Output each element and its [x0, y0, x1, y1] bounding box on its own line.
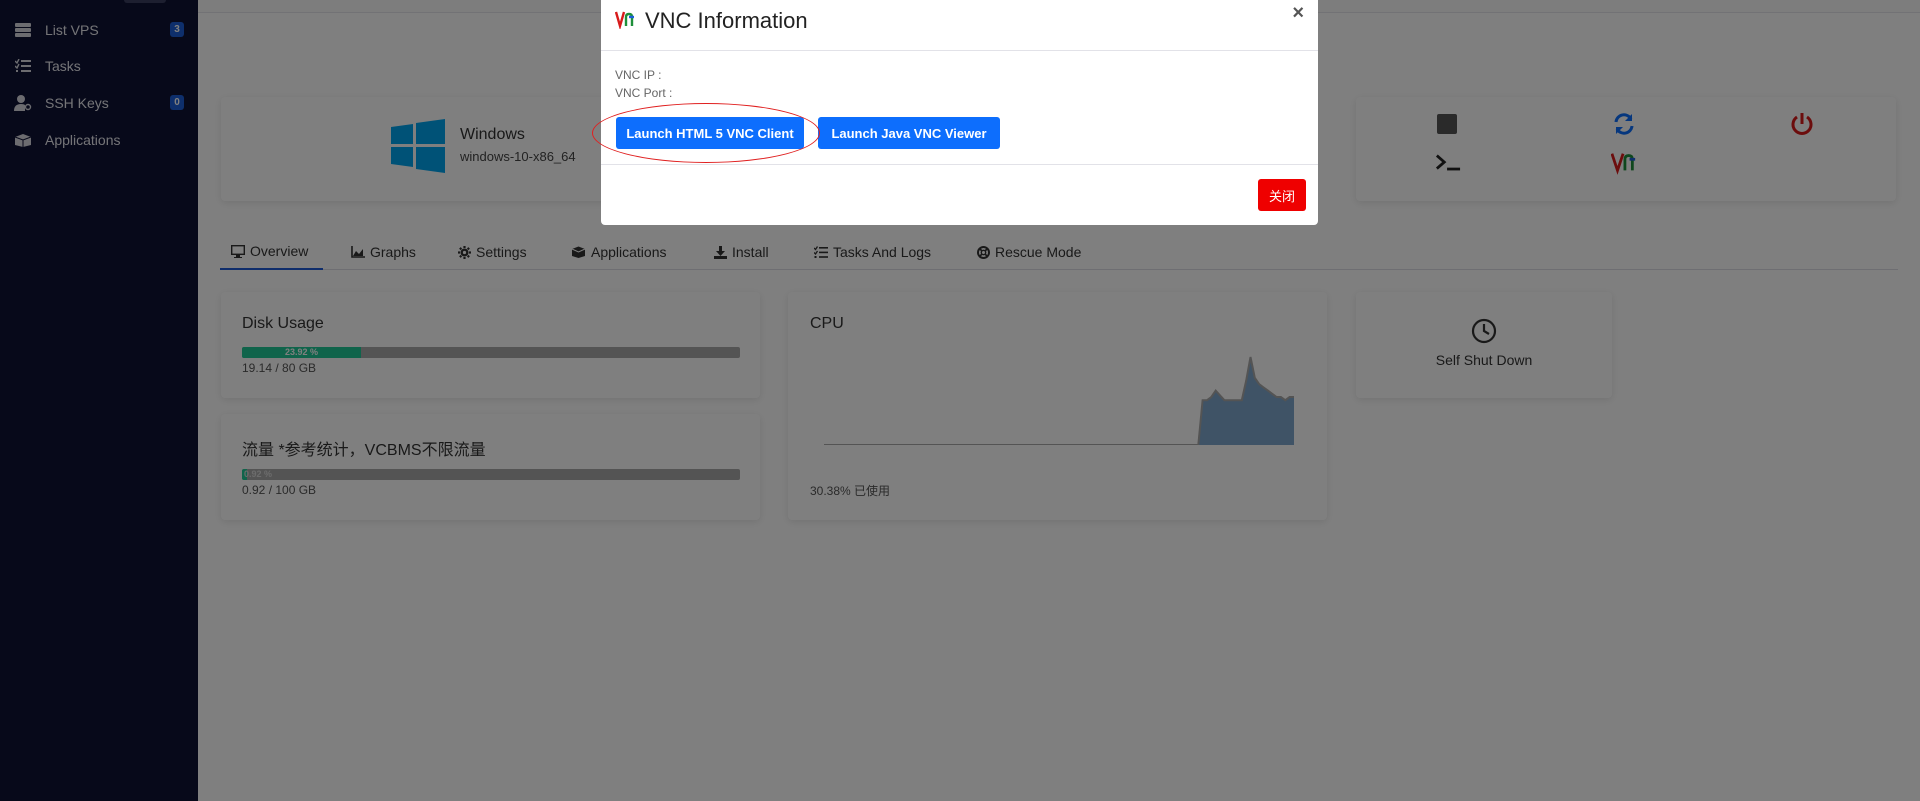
close-button[interactable]: 关闭 [1258, 179, 1306, 211]
modal-footer-divider [601, 164, 1318, 165]
vnc-icon [614, 11, 635, 34]
close-icon[interactable]: × [1292, 2, 1304, 25]
vnc-ip-label: VNC IP : [615, 68, 662, 82]
vnc-info-modal: VNC Information × VNC IP : VNC Port : La… [601, 0, 1318, 225]
launch-java-vnc-button[interactable]: Launch Java VNC Viewer [818, 117, 1000, 149]
launch-html5-vnc-button[interactable]: Launch HTML 5 VNC Client [616, 117, 804, 149]
vnc-port-label: VNC Port : [615, 86, 673, 100]
modal-title: VNC Information [645, 8, 808, 33]
modal-header: VNC Information × [601, 0, 1318, 51]
